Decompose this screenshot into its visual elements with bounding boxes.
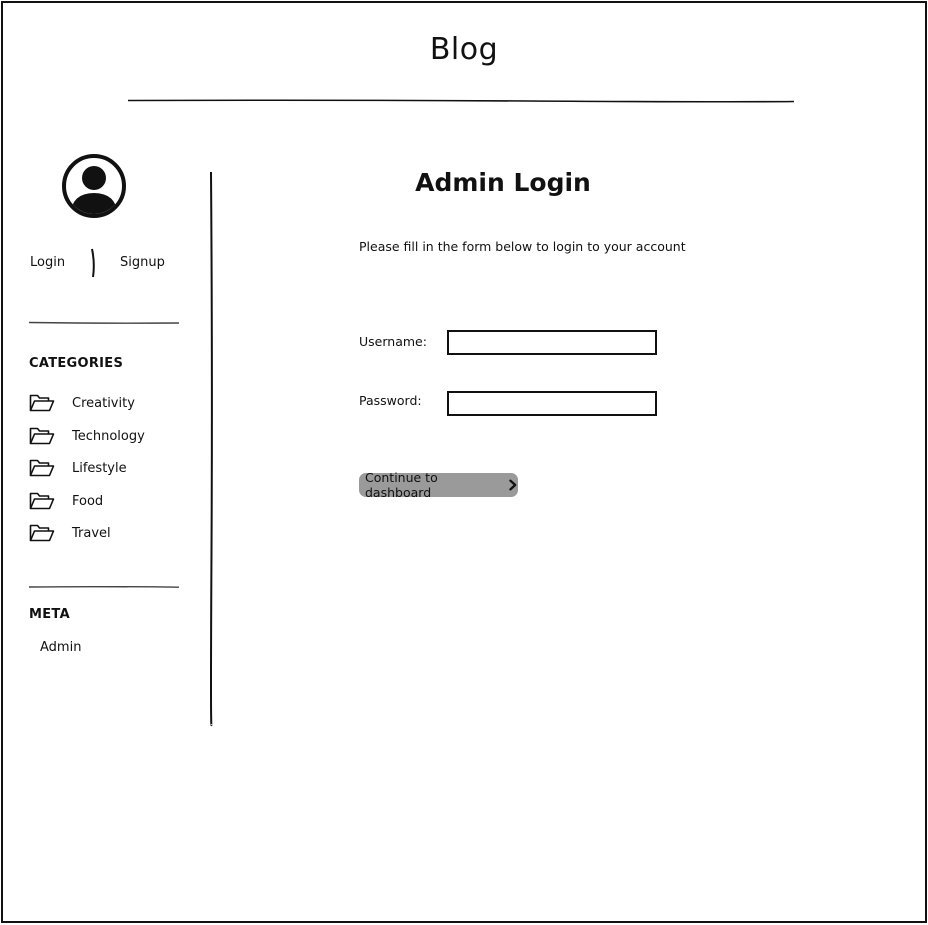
auth-separator [91, 248, 95, 278]
continue-button-label: Continue to dashboard [365, 470, 438, 500]
meta-item-admin[interactable]: Admin [40, 640, 81, 655]
user-avatar-icon [62, 154, 126, 218]
page-frame [1, 1, 927, 923]
sidebar-divider-bottom [29, 585, 179, 588]
category-item[interactable]: Creativity [29, 392, 135, 414]
folder-icon [29, 394, 55, 412]
signup-link[interactable]: Signup [120, 255, 165, 270]
username-label: Username: [359, 334, 427, 349]
category-label: Travel [72, 525, 111, 541]
folder-icon [29, 492, 55, 510]
username-field[interactable] [447, 330, 657, 355]
login-link[interactable]: Login [30, 255, 65, 270]
categories-heading: CATEGORIES [29, 356, 124, 371]
sidebar-divider-top [29, 321, 179, 324]
folder-icon [29, 459, 55, 477]
password-label: Password: [359, 393, 422, 408]
password-field[interactable] [447, 391, 657, 416]
category-label: Lifestyle [72, 460, 127, 476]
category-label: Creativity [72, 395, 135, 411]
chevron-right-icon [509, 479, 517, 491]
page-title: Admin Login [415, 168, 591, 197]
continue-to-dashboard-button[interactable]: Continue to dashboard [359, 470, 518, 500]
folder-icon [29, 427, 55, 445]
header-divider [128, 99, 794, 103]
category-item[interactable]: Technology [29, 425, 145, 447]
form-instructions: Please fill in the form below to login t… [359, 239, 686, 254]
site-title: Blog [429, 32, 499, 67]
category-label: Technology [72, 428, 145, 444]
category-label: Food [72, 493, 104, 509]
category-item[interactable]: Travel [29, 522, 111, 544]
category-item[interactable]: Lifestyle [29, 457, 127, 479]
category-item[interactable]: Food [29, 490, 103, 512]
folder-icon [29, 524, 55, 542]
meta-heading: META [29, 607, 70, 622]
sidebar-vertical-divider [210, 171, 213, 727]
